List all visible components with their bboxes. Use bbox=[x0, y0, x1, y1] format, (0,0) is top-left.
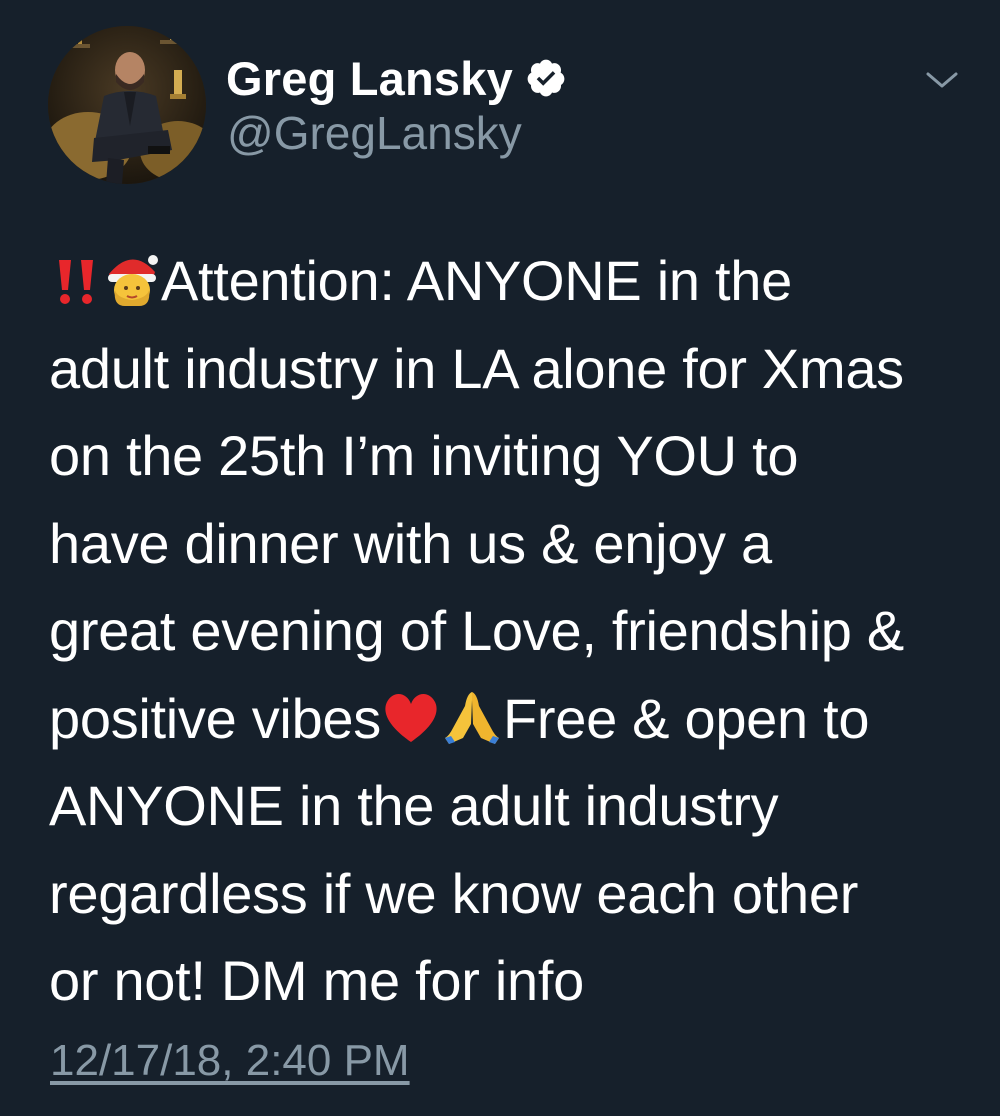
avatar[interactable] bbox=[48, 26, 206, 184]
tweet-line: positive vibes Free & open to bbox=[49, 675, 979, 763]
tweet-line: Attention: ANYONE in the bbox=[49, 237, 979, 325]
tweet-text: Attention: ANYONE in the adult industry … bbox=[49, 237, 979, 1025]
avatar-image bbox=[48, 26, 206, 184]
author-name-row[interactable]: Greg Lansky bbox=[226, 50, 567, 106]
mrs-claus-icon bbox=[103, 245, 161, 333]
author-handle[interactable]: @GregLansky bbox=[227, 106, 522, 160]
tweet-line: ANYONE in the adult industry bbox=[49, 774, 779, 837]
chevron-down-icon[interactable] bbox=[924, 66, 960, 94]
tweet-line: or not! DM me for info bbox=[49, 949, 584, 1012]
double-exclamation-icon bbox=[49, 245, 103, 333]
display-name[interactable]: Greg Lansky bbox=[226, 51, 513, 106]
tweet-line-text: positive vibes bbox=[49, 686, 381, 750]
tweet-line: regardless if we know each other bbox=[49, 861, 859, 925]
tweet-line: have dinner with us & enjoy a bbox=[49, 511, 772, 575]
tweet-line-text: Attention: ANYONE in the bbox=[161, 249, 792, 312]
tweet-line: great evening of Love, friendship & bbox=[49, 599, 904, 662]
tweet: Greg Lansky @GregLansky Attention: ANYON… bbox=[0, 0, 1000, 1116]
verified-badge-icon bbox=[525, 57, 567, 99]
tweet-line: on the 25th I’m inviting YOU to bbox=[49, 424, 799, 487]
tweet-line: adult industry in LA alone for Xmas bbox=[49, 336, 904, 400]
tweet-line-text: Free & open to bbox=[502, 686, 870, 750]
red-heart-icon bbox=[381, 683, 441, 771]
tweet-timestamp[interactable]: 12/17/18, 2:40 PM bbox=[50, 1036, 410, 1086]
folded-hands-icon bbox=[441, 683, 503, 771]
